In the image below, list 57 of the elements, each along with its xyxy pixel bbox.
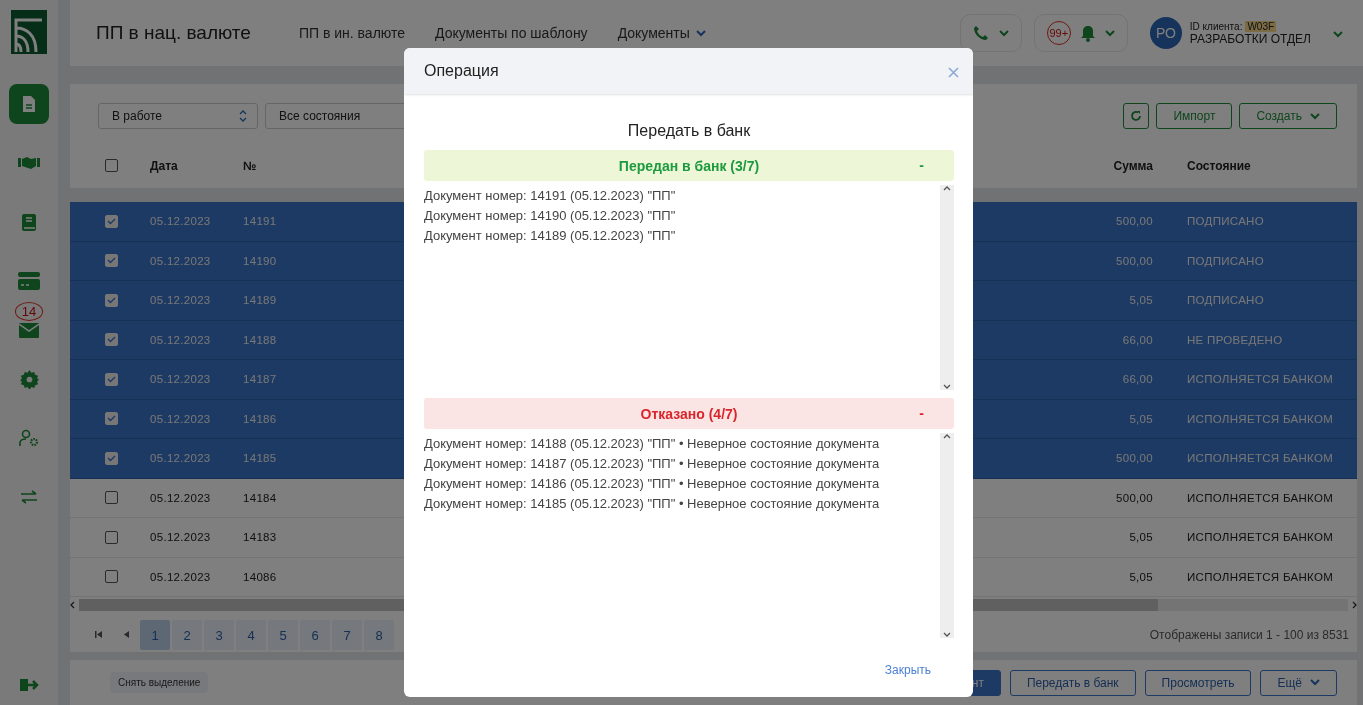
client-id-label: ID клиента: bbox=[1189, 20, 1243, 32]
status-cell-text: ПОДПИСАНО bbox=[1186, 215, 1265, 228]
operation-heading: Передать в банк bbox=[626, 122, 752, 140]
status-cell-text: ИСПОЛНЯЕТСЯ БАНКОМ bbox=[1186, 412, 1335, 425]
result-line: Документ номер: 14187 (05.12.2023) "ПП" • Неверное состояние документа bbox=[424, 456, 881, 471]
result-line: Документ номер: 14189 (05.12.2023) "ПП" bbox=[424, 228, 677, 243]
date-cell-text: 05.12.2023 bbox=[150, 254, 212, 267]
amount-cell-text: 5,05 bbox=[1128, 412, 1154, 425]
number-cell-text: 14191 bbox=[243, 215, 278, 228]
status-cell-text: ПОДПИСАНО bbox=[1186, 294, 1265, 307]
number-cell-text: 14186 bbox=[243, 412, 278, 425]
number-cell-text: 14188 bbox=[243, 333, 278, 346]
amount-cell-text: 5,05 bbox=[1128, 294, 1154, 307]
unread-badge: 14 bbox=[14, 302, 44, 321]
amount-cell-text: 500,00 bbox=[1115, 491, 1154, 504]
amount-cell-text: 500,00 bbox=[1115, 452, 1154, 465]
records-info: Отображены записи 1 - 100 из 8531 bbox=[1149, 628, 1349, 642]
amount-cell-text: 500,00 bbox=[1115, 215, 1154, 228]
date-cell-text: 05.12.2023 bbox=[150, 452, 212, 465]
date-cell-text: 05.12.2023 bbox=[150, 373, 212, 386]
status-cell-text: ИСПОЛНЯЕТСЯ БАНКОМ bbox=[1186, 452, 1335, 465]
status-cell-text: ИСПОЛНЯЕТСЯ БАНКОМ bbox=[1186, 531, 1335, 544]
result-line: Документ номер: 14190 (05.12.2023) "ПП" bbox=[424, 208, 677, 223]
status-cell-text: ИСПОЛНЯЕТСЯ БАНКОМ bbox=[1186, 570, 1335, 583]
date-cell-text: 05.12.2023 bbox=[150, 531, 212, 544]
page-title: ПП в нац. валюте bbox=[96, 22, 251, 44]
amount-cell-text: 5,05 bbox=[1128, 570, 1154, 583]
result-line: Документ номер: 14188 (05.12.2023) "ПП" • Неверное состояние документа bbox=[424, 436, 881, 451]
number-cell-text: 14189 bbox=[243, 294, 278, 307]
dialog-title: Операция bbox=[424, 62, 499, 80]
number-cell-text: 14187 bbox=[243, 373, 278, 386]
date-cell-text: 05.12.2023 bbox=[150, 570, 212, 583]
client-id: W03F bbox=[1245, 20, 1277, 32]
number-cell-text: 14190 bbox=[243, 254, 278, 267]
number-cell-text: 14183 bbox=[243, 531, 278, 544]
amount-cell-text: 66,00 bbox=[1121, 333, 1154, 346]
number-cell-text: 14185 bbox=[243, 452, 278, 465]
number-cell-text: 14184 bbox=[243, 491, 278, 504]
date-cell-text: 05.12.2023 bbox=[150, 215, 212, 228]
date-cell-text: 05.12.2023 bbox=[150, 412, 212, 425]
date-cell-text: 05.12.2023 bbox=[150, 491, 212, 504]
status-cell-text: ИСПОЛНЯЕТСЯ БАНКОМ bbox=[1186, 491, 1335, 504]
amount-cell-text: 500,00 bbox=[1115, 254, 1154, 267]
date-cell-text: 05.12.2023 bbox=[150, 294, 212, 307]
result-line: Документ номер: 14185 (05.12.2023) "ПП" • Неверное состояние документа bbox=[424, 496, 881, 511]
number-cell-text: 14086 bbox=[243, 570, 278, 583]
status-cell-text: ПОДПИСАНО bbox=[1186, 254, 1265, 267]
client-name: РАЗРАБОТКИ ОТДЕЛ bbox=[1189, 31, 1311, 46]
group-title: Отказано (4/7) bbox=[640, 405, 738, 422]
amount-cell-text: 66,00 bbox=[1121, 373, 1154, 386]
result-line: Документ номер: 14191 (05.12.2023) "ПП" bbox=[424, 188, 677, 203]
date-cell-text: 05.12.2023 bbox=[150, 333, 212, 346]
status-cell-text: НЕ ПРОВЕДЕНО bbox=[1186, 333, 1284, 346]
amount-cell-text: 5,05 bbox=[1128, 531, 1154, 544]
result-line: Документ номер: 14186 (05.12.2023) "ПП" • Неверное состояние документа bbox=[424, 476, 881, 491]
group-title: Передан в банк (3/7) bbox=[618, 157, 760, 174]
status-cell-text: ИСПОЛНЯЕТСЯ БАНКОМ bbox=[1186, 373, 1335, 386]
